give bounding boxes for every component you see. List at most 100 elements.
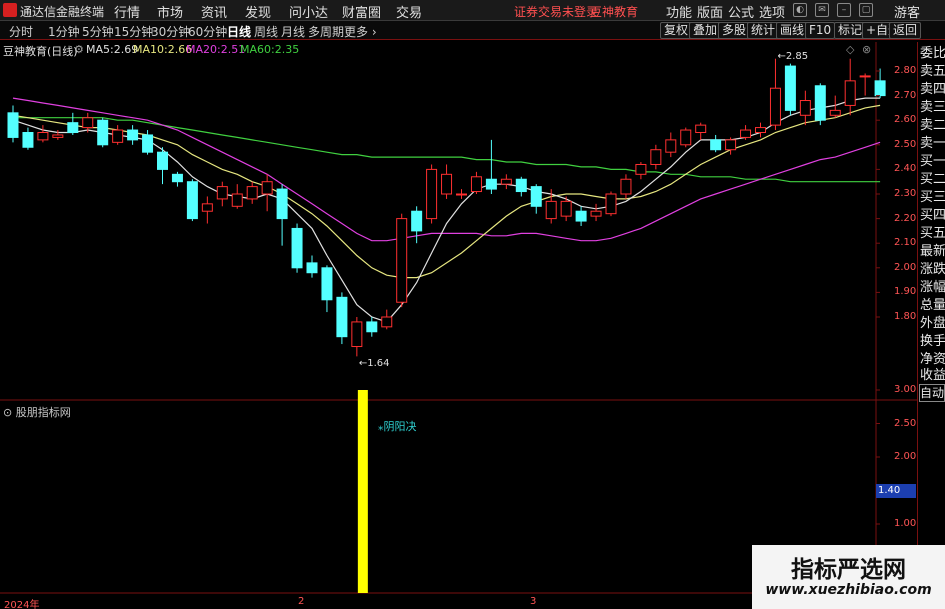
candle-up	[216, 186, 228, 200]
price-tick-label: 2.70	[894, 89, 917, 101]
menu-function[interactable]: 功能	[666, 2, 692, 21]
period-daily[interactable]: 日线	[227, 23, 251, 40]
indicator-title[interactable]: ⊙ 股朋指标网	[3, 404, 71, 420]
arrow-left-icon: ←	[358, 358, 368, 370]
period-weekly[interactable]: 周线	[254, 23, 278, 40]
overlay-button[interactable]: 叠加	[689, 22, 722, 39]
restore-icon[interactable]: ▢	[859, 3, 873, 17]
side-item-sell1[interactable]: 卖一	[920, 136, 945, 152]
collapse-icon: ⊙	[3, 406, 16, 419]
menu-formula[interactable]: 公式	[728, 2, 754, 21]
price-tick-label: 2.50	[894, 138, 917, 150]
menu-item-wealth[interactable]: 财富圈	[342, 2, 381, 21]
menu-item-discover[interactable]: 发现	[245, 2, 271, 21]
candle-down	[142, 134, 154, 153]
high-price-value: 2.85	[785, 50, 809, 62]
side-item-buy1[interactable]: 买一	[920, 154, 945, 170]
kline-chart[interactable]	[0, 42, 917, 609]
candle-up	[859, 75, 871, 78]
side-item-volume[interactable]: 总量	[920, 298, 945, 314]
date-label-feb: 2	[298, 596, 305, 607]
menu-options[interactable]: 选项	[759, 2, 785, 21]
candle-down	[22, 132, 34, 148]
chevron-right-icon: ›	[368, 25, 377, 39]
candle-down	[291, 227, 303, 269]
side-item-change[interactable]: 涨跌	[920, 262, 945, 278]
candle-down	[366, 321, 378, 333]
low-price-value: 1.64	[367, 358, 390, 370]
menu-item-news[interactable]: 资讯	[201, 2, 227, 21]
candle-up	[201, 203, 213, 212]
period-30min[interactable]: 30分钟	[151, 23, 190, 40]
candle-down	[411, 210, 423, 232]
candle-up	[396, 218, 408, 303]
side-item-buy4[interactable]: 买四	[920, 208, 945, 224]
side-item-sell5[interactable]: 卖五	[920, 64, 945, 80]
period-60min[interactable]: 60分钟	[188, 23, 227, 40]
quote-side-panel: 委比 卖五 卖四 卖三 卖二 卖一 买一 买二 买三 买四 买五 最新 涨跌 涨…	[917, 42, 945, 609]
period-multi[interactable]: 多周期	[308, 23, 344, 40]
side-item-outer-vol[interactable]: 外盘	[920, 316, 945, 332]
multi-stock-button[interactable]: 多股	[718, 22, 751, 39]
period-5min[interactable]: 5分钟	[82, 23, 114, 40]
side-item-sell3[interactable]: 卖三	[920, 100, 945, 116]
menu-item-quotes[interactable]: 行情	[114, 2, 140, 21]
candle-up	[590, 210, 602, 217]
price-tick-label: 2.20	[894, 212, 917, 224]
period-timeshare[interactable]: 分时	[9, 23, 33, 40]
menu-item-ask[interactable]: 问小达	[289, 2, 328, 21]
skin-icon[interactable]: ◐	[793, 3, 807, 17]
adjust-button[interactable]: 复权	[660, 22, 693, 39]
candle-up	[665, 139, 677, 153]
candle-down	[171, 173, 183, 183]
menu-item-market[interactable]: 市场	[157, 2, 183, 21]
candle-down	[321, 267, 333, 301]
side-item-eps[interactable]: 收益	[920, 368, 945, 384]
candle-up	[351, 321, 363, 348]
auto-button[interactable]: 自动	[919, 384, 945, 402]
minimize-icon[interactable]: –	[837, 3, 851, 17]
draw-button[interactable]: 画线	[776, 22, 809, 39]
side-item-change-pct[interactable]: 涨幅	[920, 280, 945, 296]
period-more-label: 更多	[344, 25, 369, 39]
price-tick-label: 2.30	[894, 188, 917, 199]
candle-up	[500, 178, 512, 185]
side-item-sell2[interactable]: 卖二	[920, 118, 945, 134]
message-icon[interactable]: ✉	[815, 3, 829, 17]
candle-down	[784, 65, 796, 111]
back-button[interactable]: 返回	[889, 22, 922, 39]
indicator-title-text: 股朋指标网	[15, 406, 71, 419]
app-logo-icon	[3, 3, 17, 17]
indicator-current-value: 1.40	[876, 484, 916, 498]
period-more[interactable]: 更多 ›	[344, 23, 377, 40]
side-item-sell4[interactable]: 卖四	[920, 82, 945, 98]
candle-up	[799, 100, 811, 116]
high-price-label: ←2.85	[777, 51, 808, 62]
login-alert[interactable]: 证券交易未登录	[514, 3, 598, 20]
side-item-buy2[interactable]: 买二	[920, 172, 945, 188]
candle-up	[829, 109, 841, 116]
arrow-left-icon: ←	[777, 50, 786, 62]
stats-button[interactable]: 统计	[747, 22, 780, 39]
candle-up	[112, 129, 124, 143]
candle-up	[740, 129, 752, 138]
f10-button[interactable]: F10	[805, 22, 836, 39]
period-15min[interactable]: 15分钟	[114, 23, 153, 40]
side-item-buy3[interactable]: 买三	[920, 190, 945, 206]
price-tick-label: 2.10	[894, 237, 917, 249]
candle-up	[545, 200, 557, 220]
period-monthly[interactable]: 月线	[281, 23, 305, 40]
side-item-turnover[interactable]: 换手	[920, 334, 945, 350]
guest-login[interactable]: 游客	[894, 2, 920, 21]
side-item-buy5[interactable]: 买五	[920, 226, 945, 242]
side-item-net-asset[interactable]: 净资	[920, 352, 945, 368]
candle-up	[426, 168, 438, 220]
candle-down	[186, 181, 198, 220]
side-item-latest[interactable]: 最新	[920, 244, 945, 260]
indicator-tick-label: 3.00	[894, 384, 917, 395]
candle-up	[620, 178, 632, 195]
side-item-weibi[interactable]: 委比	[920, 46, 945, 62]
menu-layout[interactable]: 版面	[697, 2, 723, 21]
menu-item-trade[interactable]: 交易	[396, 2, 422, 21]
period-1min[interactable]: 1分钟	[48, 23, 80, 40]
